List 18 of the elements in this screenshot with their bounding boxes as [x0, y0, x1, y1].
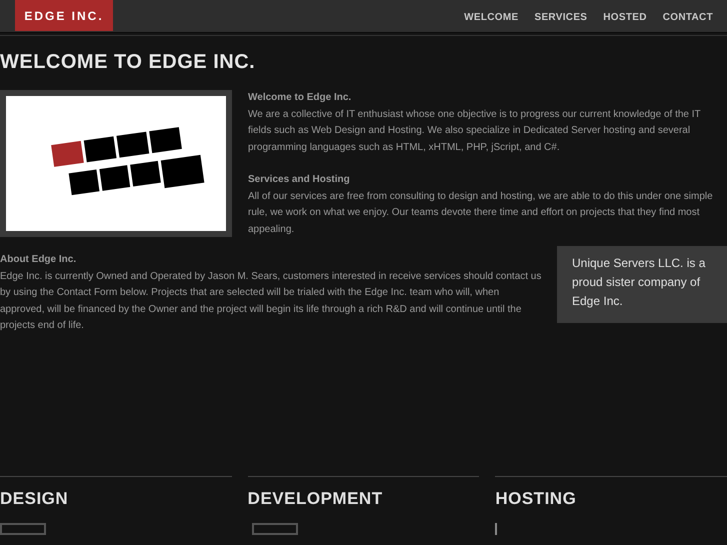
- column-heading: DESIGN: [0, 489, 70, 509]
- section-heading: Welcome to Edge Inc.: [248, 91, 352, 105]
- bar-icon: [495, 523, 498, 535]
- sister-company-note: Unique Servers LLC. is a proud sister company of Edge Inc.: [557, 246, 727, 323]
- column-heading: DEVELOPMENT: [248, 489, 384, 509]
- section-heading: About Edge Inc.: [0, 253, 78, 267]
- section-heading: Services and Hosting: [248, 173, 351, 187]
- column-heading: HOSTING: [495, 489, 578, 509]
- frame-icon: [0, 523, 46, 535]
- nav-link[interactable]: SERVICES: [534, 10, 588, 25]
- nav-link[interactable]: CONTACT: [662, 10, 713, 25]
- nav-link[interactable]: HOSTED: [603, 10, 647, 25]
- nav-link[interactable]: WELCOME: [464, 10, 518, 25]
- section-paragraph: All of our services are free from consulting to design and hosting, we are able to do this under one simple rule, we work on what we enjoy. Our teams devote there time and effort on projects that they find most appealing.: [248, 190, 714, 236]
- section-paragraph: Edge Inc. is currently Owned and Operated by Jason M. Sears, customers interested in receive services should contact us by using the Contact Form below. Projects that are selected will be trialed with the Edge Inc. team who will, when approved, will be financed by the Owner and the project will begin its life through a rich R&D and will continue until the projects end of life.: [0, 270, 542, 333]
- section-paragraph: We are a collective of IT enthusiast whose one objective is to progress our current knowledge of the IT fields such as Web Design and Hosting. We also specialize in Dedicated Server hosting and several programming languages such as HTML, xHTML, PHP, jScript, and C#.: [248, 108, 702, 154]
- page-title: WELCOME TO EDGE INC.: [0, 50, 256, 74]
- site-logo[interactable]: EDGE INC.: [15, 0, 113, 31]
